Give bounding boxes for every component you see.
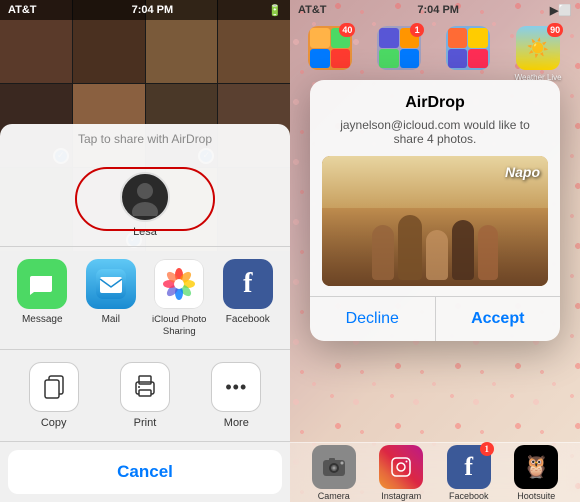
message-icon [17,259,67,309]
camera-label: Camera [318,491,350,501]
badge-90: 90 [547,23,563,37]
airdrop-hint: Tap to share with AirDrop [16,132,274,146]
battery-icon: 🔋 [268,4,282,17]
photos-icon [154,259,204,309]
status-bar: AT&T 7:04 PM 🔋 [0,0,290,20]
right-carrier: AT&T [298,4,327,16]
more-icon: ••• [211,362,261,412]
facebook-icon: f [223,259,273,309]
carrier-label: AT&T [8,4,37,16]
dock-item-camera[interactable]: Camera [312,445,356,501]
dialog-buttons: Decline Accept [310,296,560,341]
airdrop-oval [75,167,215,231]
mail-icon [86,259,136,309]
app-item-message[interactable]: Message [14,259,70,337]
badge-40: 40 [339,23,355,37]
dialog-title: AirDrop [310,80,560,116]
actions-row: Copy Print ••• More [0,350,290,442]
dock-item-facebook[interactable]: f 1 Facebook [447,445,491,501]
facebook-label: Facebook [449,491,489,501]
instagram-label: Instagram [381,491,421,501]
badge-1: 1 [410,23,424,37]
app-label-mail: Mail [102,314,120,326]
right-phone: AT&T 7:04 PM ▶⬜ 40 [290,0,580,502]
share-sheet: Tap to share with AirDrop Lesa [0,124,290,502]
dialog-subtitle-text: jaynelson@icloud.com would like toshare … [340,118,530,146]
dialog-subtitle: jaynelson@icloud.com would like toshare … [310,116,560,156]
decline-button[interactable]: Decline [310,297,436,341]
action-item-print[interactable]: Print [113,362,177,429]
home-icon-folder3[interactable] [446,26,490,82]
hootsuite-dock-icon: 🦉 [514,445,558,489]
hootsuite-label: Hootsuite [517,491,555,501]
apps-row: Message Mail [0,247,290,350]
dock-item-instagram[interactable]: Instagram [379,445,423,501]
facebook-dock-icon: f 1 [447,445,491,489]
action-label-print: Print [134,417,157,429]
action-item-copy[interactable]: Copy [22,362,86,429]
left-phone: ✓ ✓ ✓ AT&T 7:04 PM 🔋 Tap to share with A… [0,0,290,502]
instagram-dock-icon [379,445,423,489]
app-item-mail[interactable]: Mail [83,259,139,337]
dock: Camera Instagram f 1 Facebook 🦉 Ho [290,442,580,502]
app-label-facebook: Facebook [226,314,270,326]
app-item-photos[interactable]: iCloud PhotoSharing [151,259,207,337]
dialog-image: Napo [322,156,548,286]
camera-dock-icon [312,445,356,489]
right-time: 7:04 PM [417,4,459,16]
app-item-facebook[interactable]: f Facebook [220,259,276,337]
dock-item-hootsuite[interactable]: 🦉 Hootsuite [514,445,558,501]
home-icon-weather[interactable]: ☀️ 90 Weather Live [515,26,562,82]
action-item-more[interactable]: ••• More [204,362,268,429]
right-status-bar: AT&T 7:04 PM ▶⬜ [290,0,580,20]
app-label-photos: iCloud PhotoSharing [152,314,206,337]
app-label-message: Message [22,314,63,326]
home-icon-folder2[interactable]: 1 [377,26,421,82]
accept-button[interactable]: Accept [436,297,561,341]
airdrop-dialog: AirDrop jaynelson@icloud.com would like … [310,80,560,341]
copy-icon [29,362,79,412]
action-label-more: More [224,417,249,429]
print-icon [120,362,170,412]
home-icon-folder1[interactable]: 40 [308,26,352,82]
folder-icon-3 [446,26,490,70]
time-label: 7:04 PM [132,4,174,16]
cancel-button[interactable]: Cancel [8,450,282,494]
action-label-copy: Copy [41,417,67,429]
home-screen: 40 1 [290,22,580,86]
facebook-badge: 1 [480,442,494,456]
icon-row-1: 40 1 [290,22,580,86]
airdrop-person-container: Lesa [16,152,274,246]
right-battery: ▶⬜ [550,4,572,17]
